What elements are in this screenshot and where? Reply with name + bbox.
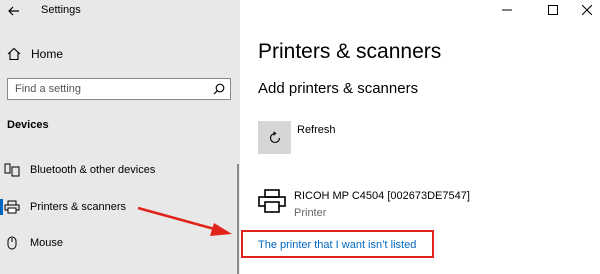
- annotation-arrow: [137, 206, 232, 236]
